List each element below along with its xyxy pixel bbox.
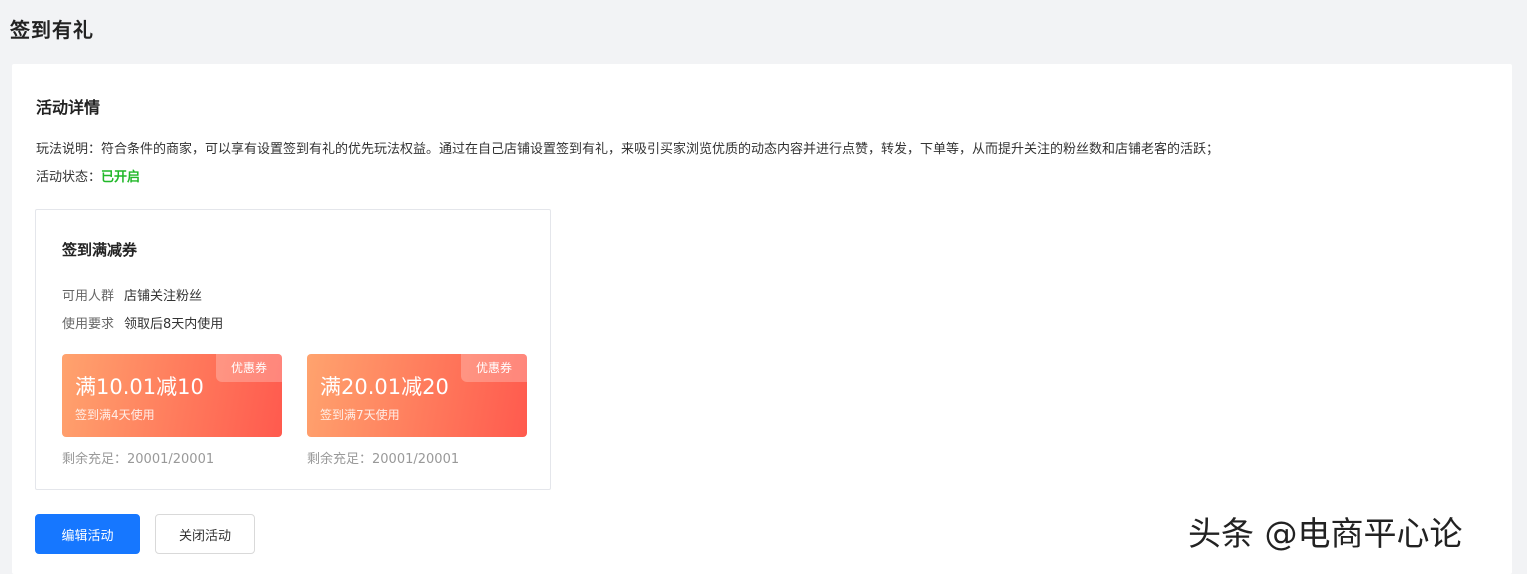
page: { "page": { "title": "签到有礼" }, "activity… xyxy=(0,0,1527,574)
description-text: 符合条件的商家，可以享有设置签到有礼的优先玩法权益。通过在自己店铺设置签到有礼，… xyxy=(101,142,1220,157)
coupon-card: 签到满减券 可用人群 店铺关注粉丝 使用要求 领取后8天内使用 优惠券 满10.01… xyxy=(35,209,551,490)
audience-row: 可用人群 店铺关注粉丝 xyxy=(62,285,202,304)
usage-value: 领取后8天内使用 xyxy=(124,317,224,332)
coupon-badge: 优惠券 xyxy=(216,354,282,382)
usage-label: 使用要求 xyxy=(62,317,115,332)
coupon-amount: 满20.01减20 xyxy=(320,375,449,399)
coupon-ticket-2: 优惠券 满20.01减20 签到满7天使用 xyxy=(307,354,527,437)
activity-status: 活动状态：已开启 xyxy=(36,166,140,185)
coupon-condition: 签到满4天使用 xyxy=(75,408,155,422)
close-activity-button[interactable]: 关闭活动 xyxy=(155,514,255,554)
section-title: 活动详情 xyxy=(36,98,101,117)
page-title: 签到有礼 xyxy=(10,18,94,42)
remaining-value: 20001/20001 xyxy=(372,452,460,467)
coupon-card-title: 签到满减券 xyxy=(62,241,138,259)
audience-value: 店铺关注粉丝 xyxy=(124,289,203,304)
activity-description: 玩法说明：符合条件的商家，可以享有设置签到有礼的优先玩法权益。通过在自己店铺设置… xyxy=(36,138,1219,157)
description-label: 玩法说明： xyxy=(36,142,102,157)
coupon-remaining-1: 剩余充足：20001/20001 xyxy=(62,448,214,467)
audience-label: 可用人群 xyxy=(62,289,115,304)
coupon-amount: 满10.01减10 xyxy=(75,375,204,399)
usage-row: 使用要求 领取后8天内使用 xyxy=(62,313,223,332)
remaining-label: 剩余充足： xyxy=(307,452,373,467)
activity-detail-panel: 活动详情 玩法说明：符合条件的商家，可以享有设置签到有礼的优先玩法权益。通过在自… xyxy=(12,64,1512,574)
remaining-label: 剩余充足： xyxy=(62,452,128,467)
coupon-condition: 签到满7天使用 xyxy=(320,408,400,422)
status-badge: 已开启 xyxy=(101,170,141,185)
coupon-ticket-1: 优惠券 满10.01减10 签到满4天使用 xyxy=(62,354,282,437)
remaining-value: 20001/20001 xyxy=(127,452,215,467)
coupon-badge: 优惠券 xyxy=(461,354,527,382)
status-label: 活动状态： xyxy=(36,170,102,185)
coupon-remaining-2: 剩余充足：20001/20001 xyxy=(307,448,459,467)
watermark: 头条 @电商平心论 xyxy=(1188,514,1463,553)
edit-activity-button[interactable]: 编辑活动 xyxy=(35,514,140,554)
